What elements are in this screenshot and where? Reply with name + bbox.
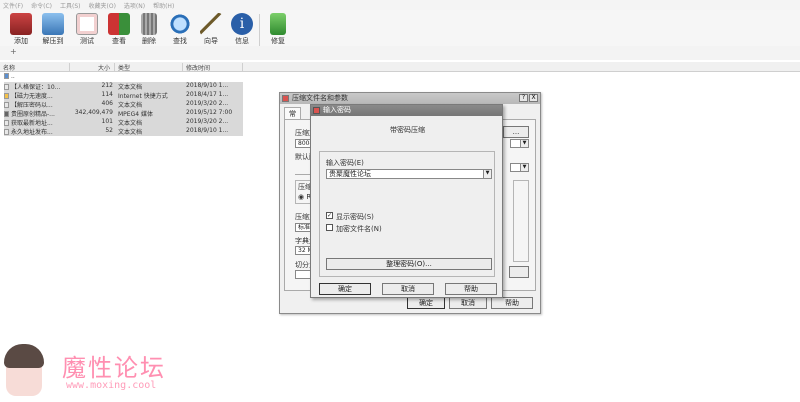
col-type[interactable]: 类型 xyxy=(115,63,183,72)
chevron-down-icon: ▼ xyxy=(520,140,528,147)
url-file-icon xyxy=(4,93,9,99)
wizard-label: 向导 xyxy=(204,37,218,45)
view-label: 查看 xyxy=(112,37,126,45)
text-file-icon xyxy=(4,120,9,126)
column-header: 名称 大小 类型 修改时间 xyxy=(0,62,800,72)
chevron-down-icon: ▼ xyxy=(483,170,491,178)
up-button[interactable]: + xyxy=(10,47,17,56)
winrar-icon xyxy=(282,95,289,102)
organize-passwords-button[interactable]: 整理密码(O)... xyxy=(326,258,492,270)
close-title-button[interactable]: X xyxy=(529,94,538,102)
menu-options[interactable]: 选项(N) xyxy=(124,1,145,10)
menu-file[interactable]: 文件(F) xyxy=(3,1,23,10)
col-name[interactable]: 名称 xyxy=(0,63,70,72)
password-dialog-titlebar[interactable]: 输入密码 xyxy=(311,105,502,116)
set-password-button[interactable] xyxy=(509,266,529,278)
profile-select[interactable]: ▼ xyxy=(510,163,529,172)
browse-button[interactable]: ... xyxy=(503,126,529,138)
help-title-button[interactable]: ? xyxy=(519,94,528,102)
video-file-icon xyxy=(4,111,9,117)
help-button[interactable]: 帮助 xyxy=(491,297,533,309)
col-modified[interactable]: 修改时间 xyxy=(183,63,243,72)
watermark-title: 魔性论坛 xyxy=(62,354,166,382)
password-dialog: 输入密码 带密码压缩 输入密码(E) 贵聚魔性论坛 ▼ ✓ 显示密码(S) 加密… xyxy=(310,104,503,298)
password-group: 输入密码(E) 贵聚魔性论坛 ▼ ✓ 显示密码(S) 加密文件名(N) 整理密码… xyxy=(319,151,495,277)
menu-command[interactable]: 命令(C) xyxy=(31,1,52,10)
enter-password-label: 输入密码(E) xyxy=(326,159,364,167)
view-book-icon xyxy=(108,13,130,35)
update-mode-select[interactable]: ▼ xyxy=(510,139,529,148)
ok-button[interactable]: 确定 xyxy=(407,297,445,309)
extract-folder-icon xyxy=(42,13,64,35)
menu-bar: 文件(F) 命令(C) 工具(S) 收藏夹(O) 选项(N) 帮助(H) xyxy=(0,0,800,10)
password-cancel-button[interactable]: 取消 xyxy=(382,283,434,295)
test-checklist-icon xyxy=(76,13,98,35)
info-icon: i xyxy=(231,13,253,35)
password-ok-button[interactable]: 确定 xyxy=(319,283,371,295)
info-label: 信息 xyxy=(235,37,249,45)
find-label: 查找 xyxy=(173,37,187,45)
watermark: 魔性论坛 www.moxing.cool xyxy=(0,342,200,402)
extract-label: 解压到 xyxy=(42,37,64,45)
password-dialog-title: 输入密码 xyxy=(323,106,351,114)
menu-help[interactable]: 帮助(H) xyxy=(153,1,174,10)
password-help-button[interactable]: 帮助 xyxy=(445,283,497,295)
password-value: 贵聚魔性论坛 xyxy=(329,170,371,178)
mascot-hair-icon xyxy=(4,344,44,368)
add-label: 添加 xyxy=(14,37,28,45)
col-size[interactable]: 大小 xyxy=(70,63,115,72)
toolbar-separator xyxy=(259,14,260,50)
cancel-button[interactable]: 取消 xyxy=(449,297,487,309)
password-heading: 带密码压缩 xyxy=(390,126,425,134)
archive-dialog-title: 压缩文件名和参数 xyxy=(292,94,348,102)
menu-favorites[interactable]: 收藏夹(O) xyxy=(89,1,116,10)
find-magnifier-icon xyxy=(169,13,191,35)
chevron-down-icon: ▼ xyxy=(520,164,528,171)
encrypt-names-label: 加密文件名(N) xyxy=(336,225,382,233)
wizard-wand-icon xyxy=(200,13,222,35)
text-file-icon xyxy=(4,102,9,108)
options-group xyxy=(513,180,529,262)
repair-kit-icon xyxy=(270,13,286,35)
tab-general[interactable]: 常规 xyxy=(284,107,301,128)
delete-trash-icon xyxy=(141,13,157,35)
parent-folder-icon xyxy=(4,73,9,79)
watermark-url: www.moxing.cool xyxy=(66,380,157,391)
text-file-icon xyxy=(4,129,9,135)
menu-tools[interactable]: 工具(S) xyxy=(60,1,81,10)
text-file-icon xyxy=(4,84,9,90)
test-label: 测试 xyxy=(80,37,94,45)
show-password-label: 显示密码(S) xyxy=(336,213,374,221)
password-input[interactable]: 贵聚魔性论坛 ▼ xyxy=(326,169,492,179)
archive-dialog-titlebar[interactable]: 压缩文件名和参数 ? X xyxy=(280,93,540,104)
winrar-icon xyxy=(313,107,320,114)
add-archive-icon xyxy=(10,13,32,35)
delete-label: 删除 xyxy=(142,37,156,45)
repair-label: 修复 xyxy=(271,37,285,45)
address-row: + xyxy=(0,46,800,60)
encrypt-names-checkbox[interactable] xyxy=(326,224,333,231)
show-password-checkbox[interactable]: ✓ xyxy=(326,212,333,219)
